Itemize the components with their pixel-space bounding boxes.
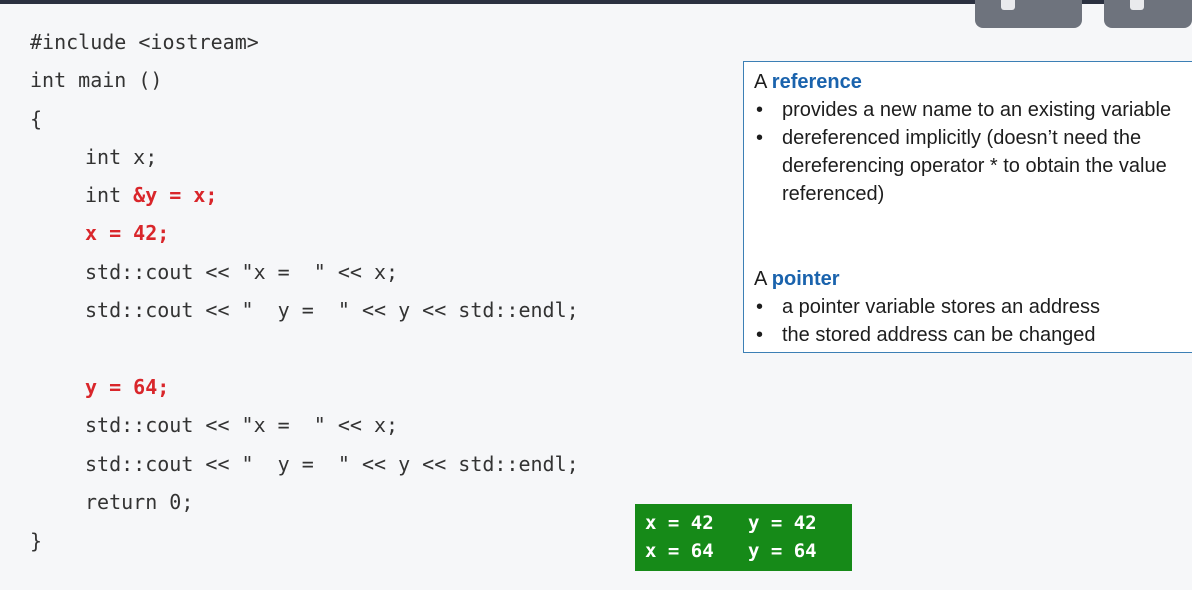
output-line: x = 64 y = 64 [645, 540, 817, 562]
window-control-button[interactable] [1104, 0, 1192, 28]
control-icon [1130, 0, 1144, 10]
code-line-assign-y: y = 64; [85, 375, 170, 399]
code-line-close-brace: } [30, 529, 43, 553]
code-line-main: int main () [30, 68, 163, 92]
code-line-print-y-2: std::cout << " y = " << y << std::endl; [85, 452, 579, 476]
code-line-declare-reference: int &y = x; [85, 183, 217, 207]
bullet-icon: • [756, 127, 764, 149]
reference-keyword: reference [771, 71, 862, 93]
code-line-return: return 0; [85, 490, 194, 514]
code-line-print-y: std::cout << " y = " << y << std::endl; [85, 298, 579, 322]
bullet-icon: • [756, 99, 764, 121]
code-reference-highlight: &y = x; [133, 183, 218, 207]
list-item: • dereferenced implicitly (doesn’t need t… [754, 124, 1184, 208]
bullet-icon: • [756, 296, 764, 318]
control-icon [1001, 0, 1015, 10]
reference-heading: A reference [754, 71, 862, 93]
code-line-include: #include <iostream> [30, 30, 259, 54]
code-line-print-x-2: std::cout << "x = " << x; [85, 413, 399, 437]
pointer-heading: A pointer [754, 268, 840, 290]
program-output: x = 42 y = 42 x = 64 y = 64 [635, 504, 852, 571]
reference-vs-pointer-box: A reference • provides a new name to an e… [743, 61, 1192, 353]
pointer-points: • a pointer variable stores an address • t… [754, 293, 1184, 349]
list-item: • provides a new name to an existing vari… [754, 96, 1184, 124]
output-line: x = 42 y = 42 [645, 512, 817, 534]
code-line-declare-x: int x; [85, 145, 158, 169]
reference-points: • provides a new name to an existing vari… [754, 96, 1184, 208]
code-line-open-brace: { [30, 107, 43, 131]
pointer-keyword: pointer [771, 268, 840, 290]
list-item: • the stored address can be changed [754, 321, 1184, 349]
bullet-icon: • [756, 324, 764, 346]
code-line-print-x: std::cout << "x = " << x; [85, 260, 399, 284]
list-item: • a pointer variable stores an address [754, 293, 1184, 321]
window-control-button[interactable] [975, 0, 1082, 28]
code-line-assign-x: x = 42; [85, 221, 170, 245]
code-type-keyword: int [85, 183, 134, 207]
